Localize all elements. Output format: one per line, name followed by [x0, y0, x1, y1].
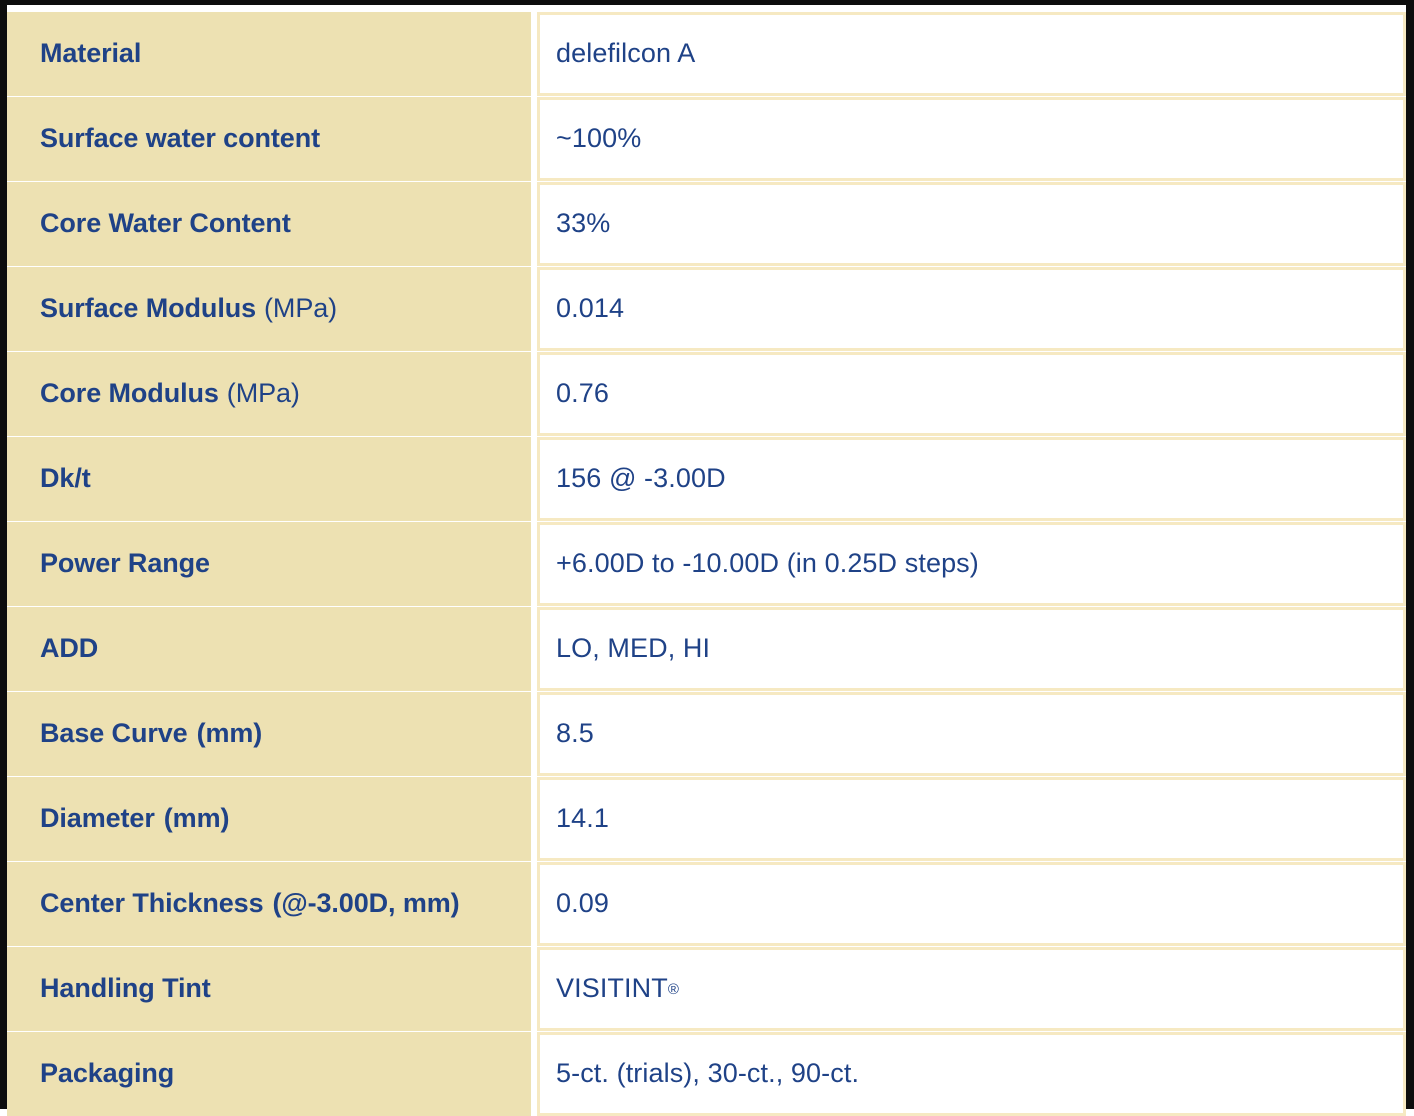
row-value-text: 156 @ -3.00D: [556, 463, 726, 494]
row-label-text: Power Range: [40, 548, 210, 579]
row-value-cell: 0.76: [537, 352, 1406, 436]
row-value-cell: 0.09: [537, 862, 1406, 946]
table-row: Packaging 5-ct. (trials), 30-ct., 90-ct.: [7, 1032, 1406, 1116]
row-value-cell: 0.014: [537, 267, 1406, 351]
row-label-unit: (mm): [163, 803, 230, 834]
row-label-cell: Diameter (mm): [7, 777, 531, 861]
row-label-cell: Handling Tint: [7, 947, 531, 1031]
row-value-cell: 156 @ -3.00D: [537, 437, 1406, 521]
row-value-cell: LO, MED, HI: [537, 607, 1406, 691]
row-value-cell: 5-ct. (trials), 30-ct., 90-ct.: [537, 1032, 1406, 1116]
table-row: ADD LO, MED, HI: [7, 607, 1406, 691]
row-label-cell: Core Modulus (MPa): [7, 352, 531, 436]
row-label-text: Material: [40, 38, 142, 69]
row-value-cell: 8.5: [537, 692, 1406, 776]
row-value-text: LO, MED, HI: [556, 633, 711, 664]
table-row: Core Modulus (MPa) 0.76: [7, 352, 1406, 436]
row-value-text: 14.1: [556, 803, 609, 834]
row-value-cell: VISITINT ®: [537, 947, 1406, 1031]
row-label-cell: Dk/t: [7, 437, 531, 521]
specification-table: Material delefilcon A Surface water conten…: [7, 5, 1406, 1116]
row-label-cell: Core Water Content: [7, 182, 531, 266]
row-value-text: 0.76: [556, 378, 609, 409]
row-label-cell: Surface Modulus (MPa): [7, 267, 531, 351]
row-value-text: VISITINT: [556, 973, 668, 1004]
row-label-cell: Power Range: [7, 522, 531, 606]
page-frame: Material delefilcon A Surface water conten…: [0, 0, 1414, 1116]
row-label-cell: Center Thickness (@-3.00D, mm): [7, 862, 531, 946]
row-label-unit: (MPa): [264, 293, 338, 324]
row-label-text: Dk/t: [40, 463, 91, 494]
table-row: Material delefilcon A: [7, 12, 1406, 96]
row-value-cell: 33%: [537, 182, 1406, 266]
row-label-cell: Packaging: [7, 1032, 531, 1116]
row-label-text: Surface Modulus: [40, 293, 257, 324]
row-label-text: ADD: [40, 633, 99, 664]
row-value-cell: ~100%: [537, 97, 1406, 181]
row-label-unit: (mm): [196, 718, 263, 749]
row-value-text: 5-ct. (trials), 30-ct., 90-ct.: [556, 1058, 860, 1089]
row-value-text: ~100%: [556, 123, 642, 154]
row-value-cell: delefilcon A: [537, 12, 1406, 96]
row-label-text: Packaging: [40, 1058, 175, 1089]
row-value-text: +6.00D to -10.00D (in 0.25D steps): [556, 548, 979, 579]
row-value-text: 33%: [556, 208, 611, 239]
table-row: Handling Tint VISITINT ®: [7, 947, 1406, 1031]
row-label-text: Core Water Content: [40, 208, 291, 239]
table-row: Base Curve (mm) 8.5: [7, 692, 1406, 776]
registered-trademark-icon: ®: [667, 980, 679, 998]
row-label-text: Base Curve: [40, 718, 188, 749]
row-label-cell: Base Curve (mm): [7, 692, 531, 776]
row-label-text: Surface water content: [40, 123, 320, 154]
table-row: Surface Modulus (MPa) 0.014: [7, 267, 1406, 351]
row-label-cell: ADD: [7, 607, 531, 691]
row-value-text: 0.09: [556, 888, 609, 919]
row-label-unit: (MPa): [226, 378, 300, 409]
row-label-cell: Material: [7, 12, 531, 96]
table-row: Surface water content ~100%: [7, 97, 1406, 181]
table-row: Diameter (mm) 14.1: [7, 777, 1406, 861]
row-value-text: delefilcon A: [556, 38, 696, 69]
row-label-text: Core Modulus: [40, 378, 219, 409]
row-label-cell: Surface water content: [7, 97, 531, 181]
row-label-text: Handling Tint: [40, 973, 211, 1004]
table-row: Dk/t 156 @ -3.00D: [7, 437, 1406, 521]
row-value-text: 8.5: [556, 718, 594, 749]
table-row: Power Range +6.00D to -10.00D (in 0.25D s…: [7, 522, 1406, 606]
table-row: Core Water Content 33%: [7, 182, 1406, 266]
row-label-unit: (@-3.00D, mm): [272, 888, 460, 919]
table-row: Center Thickness (@-3.00D, mm) 0.09: [7, 862, 1406, 946]
row-value-text: 0.014: [556, 293, 625, 324]
row-label-text: Diameter: [40, 803, 155, 834]
row-label-text: Center Thickness: [40, 888, 264, 919]
row-value-cell: +6.00D to -10.00D (in 0.25D steps): [537, 522, 1406, 606]
row-value-cell: 14.1: [537, 777, 1406, 861]
